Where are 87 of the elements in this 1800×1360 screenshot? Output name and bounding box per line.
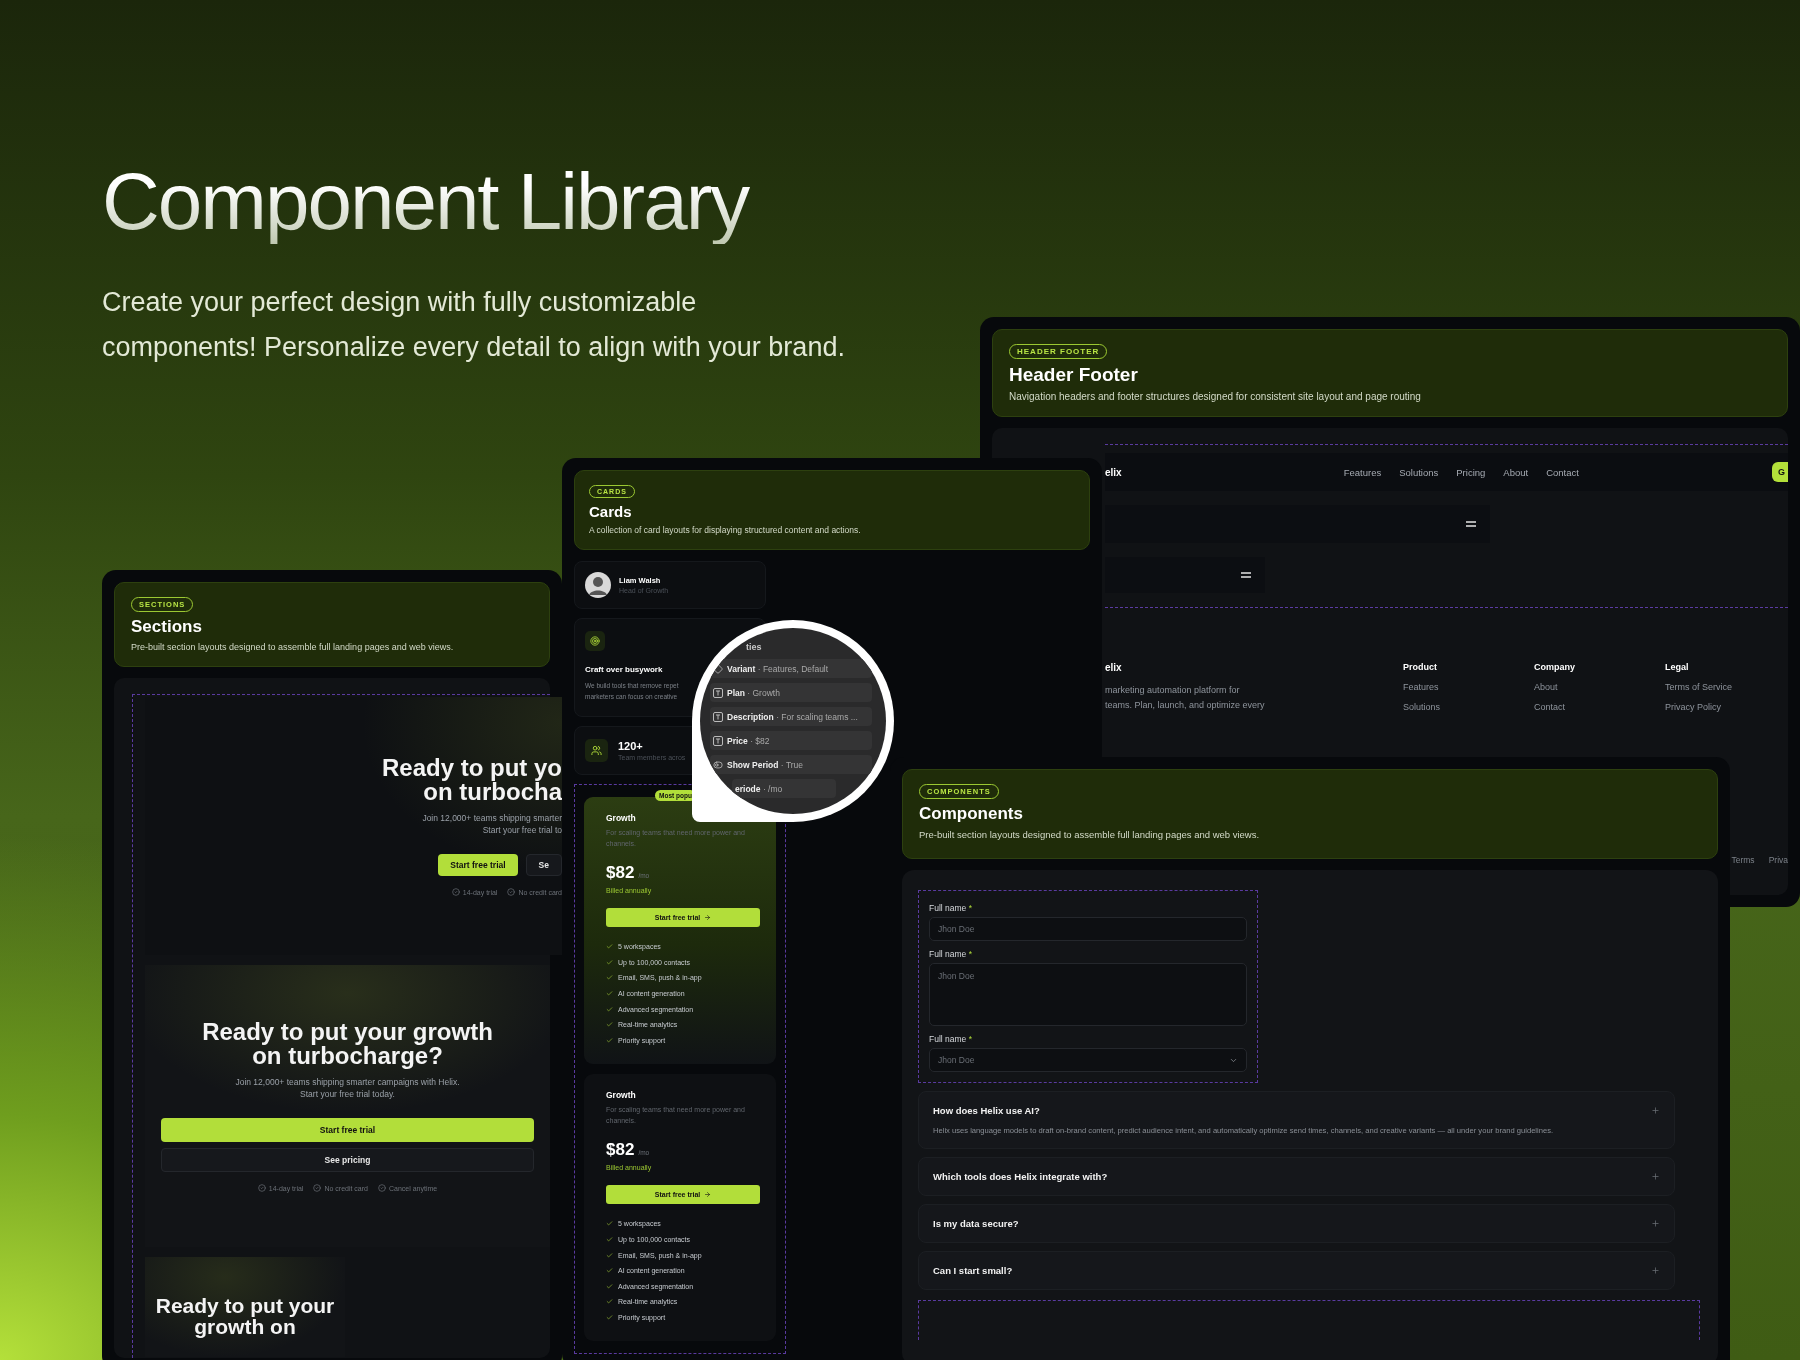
text-area[interactable]: Jhon Doe bbox=[929, 963, 1247, 1026]
section-description: A collection of card layouts for displaying structured content and actions. bbox=[589, 525, 862, 535]
faq-question: How does Helix use AI? bbox=[933, 1105, 1040, 1116]
plan-price: $82 bbox=[606, 1140, 635, 1161]
section-description: Pre-built section layouts designed to assemble full landing pages and web views. bbox=[131, 642, 455, 652]
faq-question: Can I start small? bbox=[933, 1265, 1013, 1276]
check-circle-icon bbox=[313, 1184, 322, 1192]
footer-column-title: Company bbox=[1534, 662, 1576, 672]
check-circle-icon bbox=[378, 1184, 386, 1192]
avatar bbox=[585, 572, 611, 598]
footer-link[interactable]: Contact bbox=[1534, 702, 1665, 712]
section-description: Pre-built section layouts designed to assemble full landing pages and web views. bbox=[919, 829, 1261, 840]
footer-description: marketing automation platform for teams. Plan, launch, and optimize every bbox=[1105, 684, 1266, 712]
section-subtitle: Join 12,000+ teams shipping smarter campaigns with Helix. Start your free trial today. bbox=[234, 1076, 461, 1100]
property-row[interactable]: Plan · Growth bbox=[710, 683, 872, 702]
cta-button[interactable]: G bbox=[1772, 462, 1788, 482]
nav-link[interactable]: Pricing bbox=[1456, 466, 1486, 478]
section-headline: Ready to put your growth on bbox=[155, 1295, 335, 1337]
check-icon bbox=[606, 1314, 613, 1321]
plan-price: $82 bbox=[606, 863, 635, 883]
section-title: Components bbox=[919, 804, 1024, 824]
faq-item[interactable]: Is my data secure? bbox=[918, 1204, 1675, 1243]
check-circle-icon bbox=[507, 888, 516, 896]
page-subtitle: Create your perfect design with fully customizable components! Personalize every detail to align with your brand. bbox=[102, 286, 845, 364]
plus-icon bbox=[1651, 1219, 1660, 1228]
footer-link[interactable]: Solutions bbox=[1403, 702, 1534, 712]
property-row[interactable]: Show Period · True bbox=[710, 755, 872, 774]
property-row[interactable]: eriode · /mo bbox=[732, 779, 836, 798]
faq-item[interactable] bbox=[918, 1091, 1675, 1149]
panel-heading: ties bbox=[746, 642, 762, 652]
check-circle-icon bbox=[257, 1184, 266, 1192]
secondary-button[interactable]: See pricing bbox=[161, 1148, 534, 1172]
faq-question: Which tools does Helix integrate with? bbox=[933, 1171, 1108, 1182]
section-title: Header Footer bbox=[1009, 364, 1139, 386]
footer-link[interactable]: Privacy Policy bbox=[1665, 702, 1788, 712]
check-circle-icon bbox=[451, 888, 460, 896]
menu-icon[interactable] bbox=[1466, 521, 1476, 527]
property-row[interactable]: Variant · Features, Default bbox=[710, 659, 872, 678]
select-field[interactable]: Jhon Doe bbox=[929, 1048, 1247, 1072]
faq-item[interactable]: Can I start small? bbox=[918, 1251, 1675, 1290]
brand-name: elix bbox=[1105, 466, 1122, 478]
arrow-right-icon bbox=[704, 914, 712, 921]
footer-link[interactable]: Features bbox=[1403, 682, 1534, 692]
menu-icon[interactable] bbox=[1241, 572, 1251, 578]
nav-link[interactable]: Contact bbox=[1546, 466, 1579, 478]
footer-link[interactable]: Terms bbox=[1731, 855, 1755, 865]
diamond-icon bbox=[713, 663, 723, 674]
nav-link[interactable]: Solutions bbox=[1399, 466, 1439, 478]
plus-icon bbox=[1651, 1266, 1660, 1275]
field-label: Full name * bbox=[929, 949, 973, 959]
footer-column-title: Product bbox=[1403, 662, 1438, 672]
nav-link[interactable]: About bbox=[1503, 466, 1529, 478]
start-trial-button[interactable]: Start free trial bbox=[438, 854, 518, 876]
text-field-icon bbox=[713, 711, 723, 722]
faq-item[interactable]: Which tools does Helix integrate with? bbox=[918, 1157, 1675, 1196]
footer-link[interactable]: About bbox=[1534, 682, 1665, 692]
footer-link[interactable]: Priva bbox=[1768, 855, 1788, 865]
arrow-right-icon bbox=[704, 1191, 712, 1199]
secondary-button[interactable]: Se bbox=[525, 854, 562, 876]
footer-link[interactable]: Terms of Service bbox=[1665, 682, 1788, 692]
property-row[interactable]: Description · For scaling teams ... bbox=[710, 707, 872, 726]
stat-value: 120+ bbox=[618, 740, 644, 752]
section-headline: Ready to put your growth on turbocharge? bbox=[201, 1020, 494, 1068]
section-description: Navigation headers and footer structures designed for consistent site layout and page routing bbox=[1009, 391, 1422, 402]
nav-link[interactable]: Features bbox=[1343, 466, 1382, 478]
section-title: Sections bbox=[131, 617, 203, 637]
start-trial-button[interactable]: Start free trial bbox=[161, 1118, 534, 1142]
toggle-icon bbox=[713, 759, 723, 770]
section-headline: Ready to put yo on turbocha bbox=[382, 756, 562, 804]
feature-title: Craft over busywork bbox=[585, 665, 663, 674]
field-label: Full name * bbox=[929, 903, 973, 913]
text-field-icon bbox=[713, 687, 723, 698]
plus-icon bbox=[1651, 1106, 1660, 1115]
faq-question: Is my data secure? bbox=[933, 1218, 1019, 1229]
text-field-icon bbox=[713, 735, 723, 746]
plan-name: Growth bbox=[606, 813, 637, 823]
brand-name: elix bbox=[1105, 662, 1123, 673]
users-icon bbox=[585, 739, 608, 762]
target-icon bbox=[585, 631, 605, 651]
section-subtitle: Join 12,000+ teams shipping smarter Start your free trial to bbox=[422, 812, 562, 836]
field-label: Full name * bbox=[929, 1034, 973, 1044]
plan-name: Growth bbox=[606, 1090, 637, 1101]
section-title: Cards bbox=[589, 503, 633, 520]
property-row[interactable]: Price · $82 bbox=[710, 731, 872, 750]
text-input[interactable]: Jhon Doe bbox=[929, 917, 1247, 941]
plus-icon bbox=[1651, 1172, 1660, 1181]
footer-column-title: Legal bbox=[1665, 662, 1690, 672]
